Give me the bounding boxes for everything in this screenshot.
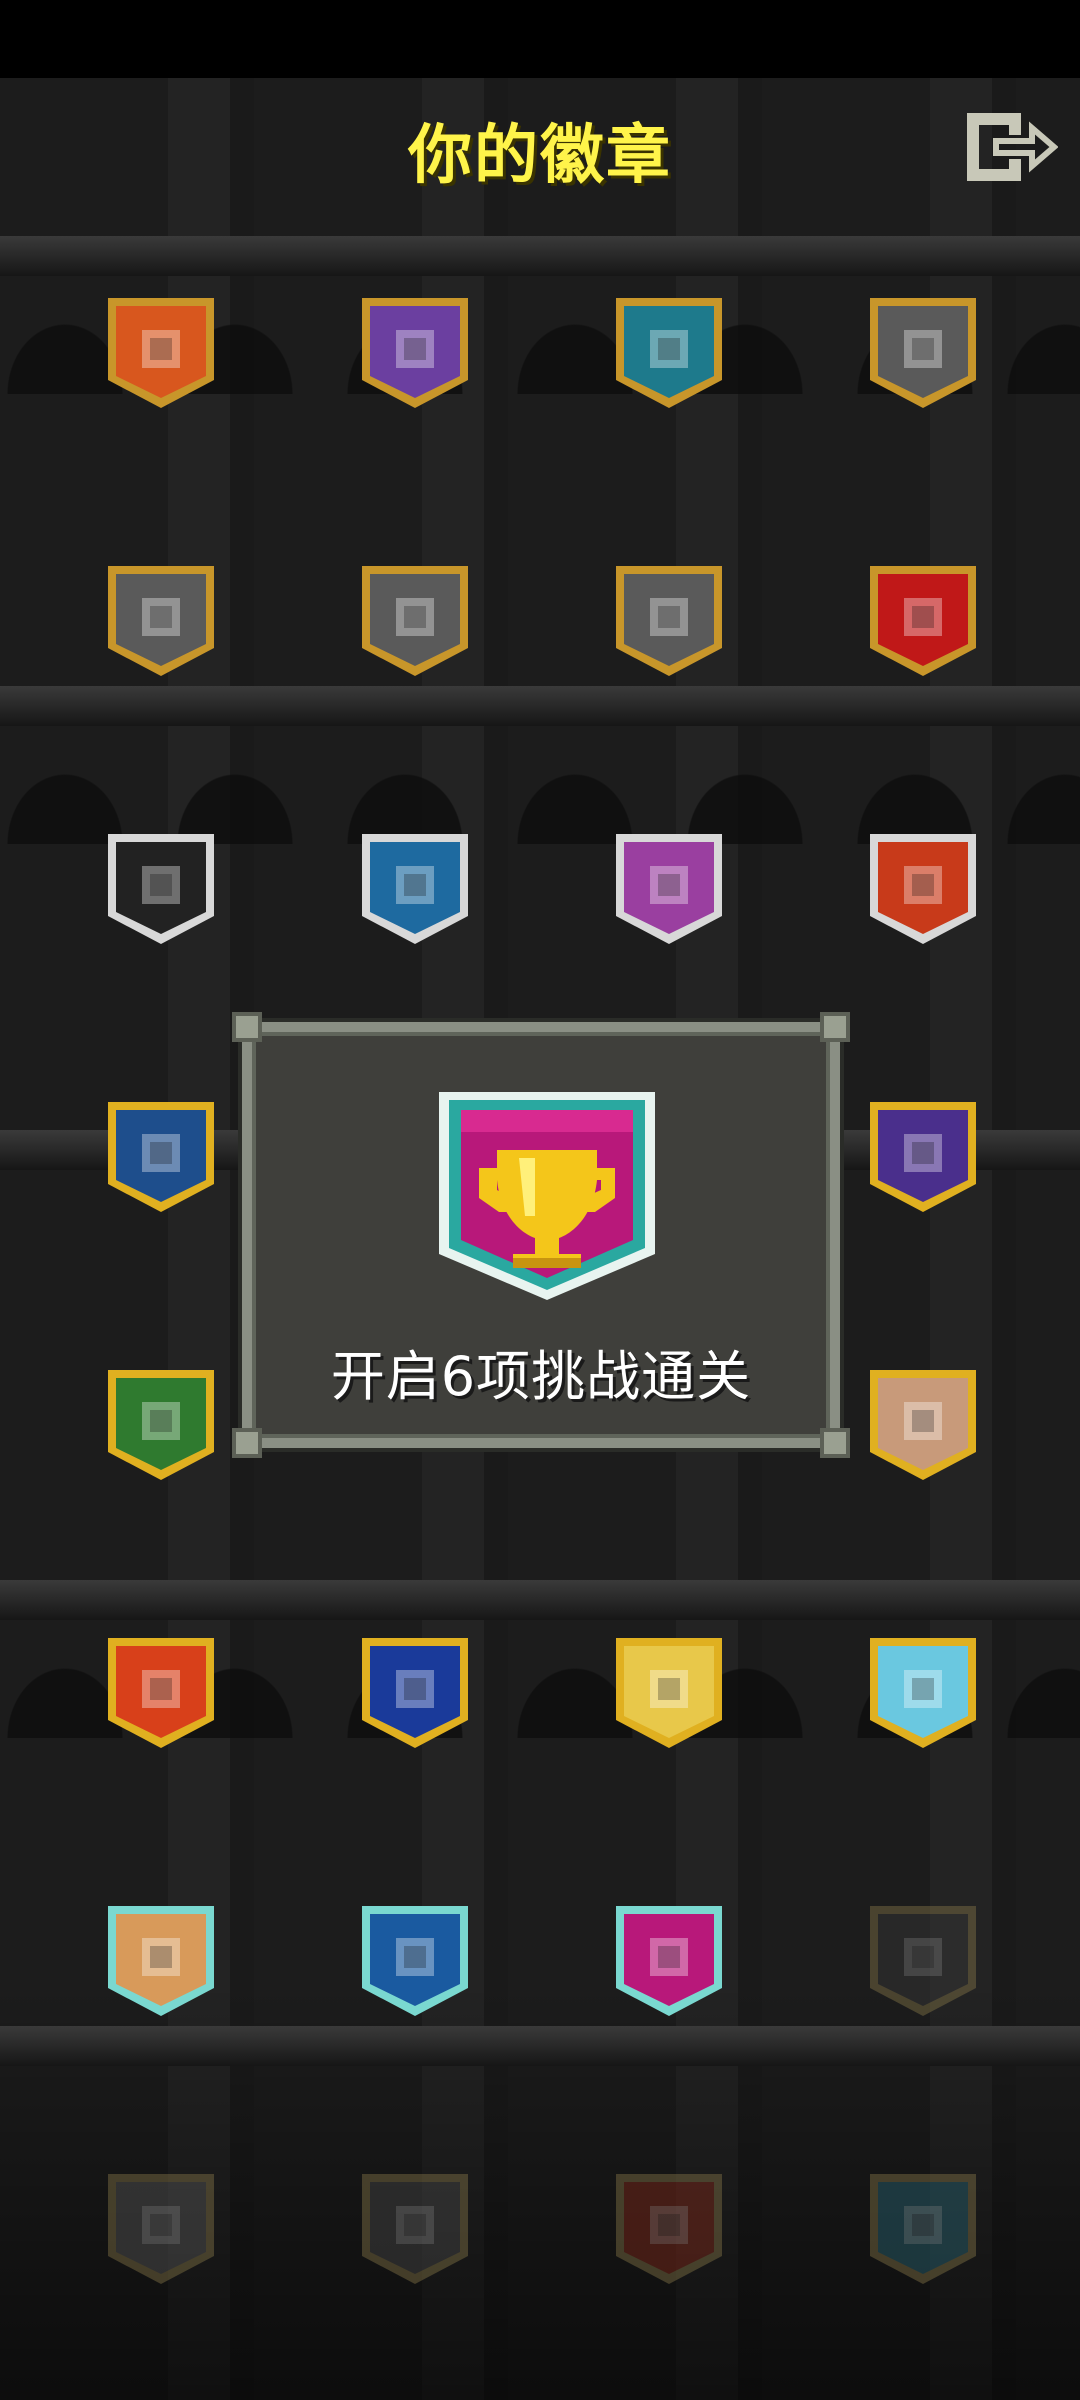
stone-ledge bbox=[0, 686, 1080, 726]
gem-teal-badge[interactable] bbox=[358, 1902, 472, 2020]
stone-ledge bbox=[0, 2026, 1080, 2066]
plus-orange-badge[interactable] bbox=[104, 1634, 218, 1752]
arrow-badge[interactable] bbox=[866, 1098, 980, 1216]
status-bar bbox=[0, 0, 1080, 78]
pawn-badge[interactable] bbox=[104, 1366, 218, 1484]
locked-tablet-badge[interactable] bbox=[358, 2170, 472, 2288]
frame-corner bbox=[820, 1428, 850, 1458]
gold-badge[interactable] bbox=[612, 830, 726, 948]
potion-badge[interactable] bbox=[104, 562, 218, 680]
red-demon-badge[interactable] bbox=[866, 562, 980, 680]
mage-portrait-badge[interactable] bbox=[358, 294, 472, 412]
frame-corner bbox=[232, 1012, 262, 1042]
trophy-icon bbox=[435, 1086, 659, 1308]
red-figure-badge[interactable] bbox=[612, 562, 726, 680]
badge-info-dialog[interactable]: 开启6项挑战通关 bbox=[232, 1012, 850, 1458]
arch-row bbox=[0, 734, 1080, 844]
sword-badge[interactable] bbox=[358, 830, 472, 948]
warrior-portrait-badge[interactable] bbox=[104, 294, 218, 412]
fish-badge[interactable] bbox=[104, 1098, 218, 1216]
page-title: 你的徽章 bbox=[408, 119, 672, 193]
bag-badge[interactable] bbox=[866, 1366, 980, 1484]
rogue-portrait-badge[interactable] bbox=[612, 294, 726, 412]
exit-door-icon bbox=[967, 113, 1059, 181]
badge-description: 开启6项挑战通关 bbox=[330, 1345, 752, 1408]
cloud-badge[interactable] bbox=[866, 1634, 980, 1752]
locked-chest-badge[interactable] bbox=[866, 2170, 980, 2288]
plus-red-badge[interactable] bbox=[866, 830, 980, 948]
trophy-badge[interactable] bbox=[612, 1902, 726, 2020]
stone-ledge bbox=[0, 1580, 1080, 1620]
locked-bird-badge[interactable] bbox=[104, 2170, 218, 2288]
chest-badge[interactable] bbox=[612, 1634, 726, 1752]
exit-button[interactable] bbox=[966, 112, 1059, 182]
door-badge[interactable] bbox=[104, 1902, 218, 2020]
gem-blue-badge[interactable] bbox=[358, 1634, 472, 1752]
stone-ledge bbox=[0, 236, 1080, 276]
frame-corner bbox=[232, 1428, 262, 1458]
locked-wheel-badge[interactable] bbox=[866, 1902, 980, 2020]
fire-badge[interactable] bbox=[866, 294, 980, 412]
skull-green-badge[interactable] bbox=[358, 562, 472, 680]
frame-corner bbox=[820, 1012, 850, 1042]
locked-plus-badge[interactable] bbox=[612, 2170, 726, 2288]
skull-badge[interactable] bbox=[104, 830, 218, 948]
